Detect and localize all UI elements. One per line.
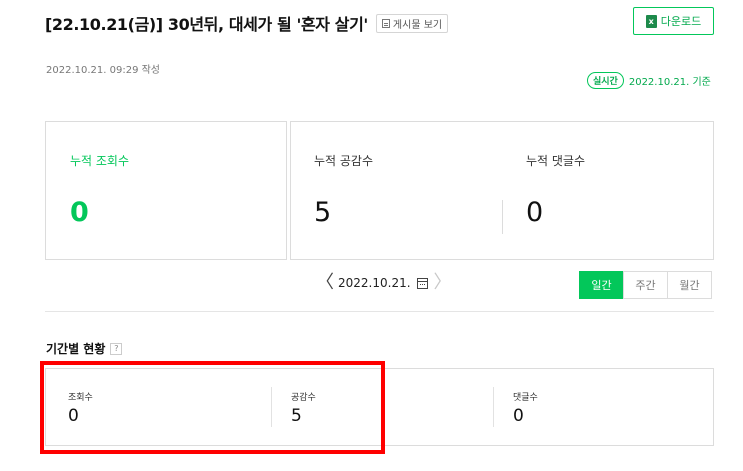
basis-date: 2022.10.21. 기준	[628, 77, 711, 88]
cumulative-views-value: 0	[70, 197, 89, 228]
prev-date-button[interactable]: 〈	[316, 274, 334, 292]
period-comments-label: 댓글수	[513, 393, 538, 403]
download-label: 다운로드	[660, 15, 702, 28]
cumulative-likes-label: 누적 공감수	[314, 154, 374, 168]
download-button[interactable]: x 다운로드	[633, 7, 714, 35]
cumulative-views-card: 누적 조회수 0	[45, 121, 287, 260]
cumulative-likes-value: 5	[314, 197, 332, 228]
tab-monthly[interactable]: 월간	[667, 271, 712, 299]
period-section-label: 기간별 현황	[46, 342, 106, 356]
view-post-button[interactable]: 게시물 보기	[375, 13, 449, 33]
help-icon[interactable]: ?	[110, 342, 123, 355]
excel-icon: x	[645, 14, 657, 28]
stat-divider	[502, 200, 503, 234]
period-comments-value: 0	[513, 406, 524, 426]
title-row: [22.10.21(금)] 30년뒤, 대세가 될 '혼자 살기' 게시물 보기	[45, 11, 449, 35]
next-date-button[interactable]: 〉	[434, 274, 452, 292]
tab-weekly[interactable]: 주간	[623, 271, 668, 299]
period-divider	[493, 387, 494, 427]
cumulative-views-label: 누적 조회수	[70, 154, 130, 168]
document-icon	[381, 18, 390, 28]
post-title: [22.10.21(금)] 30년뒤, 대세가 될 '혼자 살기'	[45, 15, 368, 34]
calendar-icon[interactable]	[416, 277, 428, 289]
cumulative-comments-value: 0	[526, 197, 544, 228]
realtime-info: 실시간 2022.10.21. 기준	[587, 72, 711, 89]
current-date: 2022.10.21.	[338, 276, 411, 290]
realtime-badge: 실시간	[587, 72, 624, 89]
highlight-box	[40, 361, 385, 454]
view-post-label: 게시물 보기	[392, 19, 443, 31]
written-date: 2022.10.21. 09:29 작성	[46, 65, 161, 76]
cumulative-stats-card: 누적 공감수 5 누적 댓글수 0	[290, 121, 714, 260]
date-navigator: 〈 2022.10.21. 〉	[316, 274, 452, 292]
cumulative-comments-label: 누적 댓글수	[526, 154, 586, 168]
period-section-title: 기간별 현황 ?	[46, 340, 123, 357]
section-divider	[45, 311, 714, 312]
period-tabs: 일간 주간 월간	[579, 271, 712, 299]
tab-daily[interactable]: 일간	[579, 271, 624, 299]
